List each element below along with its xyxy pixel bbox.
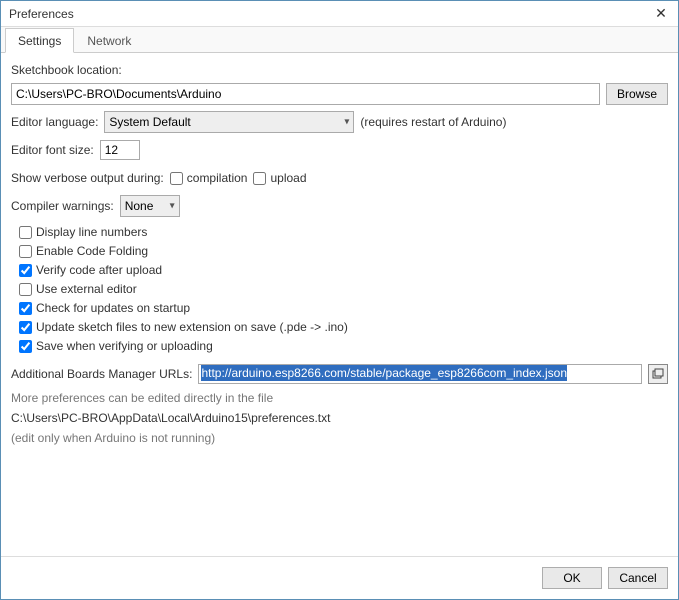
tab-network[interactable]: Network	[74, 28, 144, 53]
window-title: Preferences	[9, 7, 74, 21]
ok-button[interactable]: OK	[542, 567, 602, 589]
window-icon	[652, 368, 664, 380]
verbose-upload-checkbox[interactable]	[253, 172, 266, 185]
footer: OK Cancel	[1, 556, 678, 599]
prefs-file-path: C:\Users\PC-BRO\AppData\Local\Arduino15\…	[11, 411, 668, 425]
titlebar: Preferences ✕	[1, 1, 678, 27]
boards-url-value: http://arduino.esp8266.com/stable/packag…	[201, 365, 567, 381]
verify-after-upload-check[interactable]: Verify code after upload	[19, 263, 668, 277]
expand-urls-button[interactable]	[648, 364, 668, 384]
verbose-compilation-label: compilation	[187, 171, 248, 185]
check-updates-check[interactable]: Check for updates on startup	[19, 301, 668, 315]
update-sketch-ext-check[interactable]: Update sketch files to new extension on …	[19, 320, 668, 334]
warnings-select-wrap: None	[120, 195, 180, 217]
prefs-file-hint1: More preferences can be edited directly …	[11, 391, 668, 405]
preferences-window: Preferences ✕ Settings Network Sketchboo…	[0, 0, 679, 600]
boards-url-label: Additional Boards Manager URLs:	[11, 367, 192, 381]
use-external-editor-checkbox[interactable]	[19, 283, 32, 296]
verbose-compilation-checkbox[interactable]	[170, 172, 183, 185]
browse-button[interactable]: Browse	[606, 83, 668, 105]
display-line-numbers-checkbox[interactable]	[19, 226, 32, 239]
verbose-upload-check[interactable]: upload	[253, 171, 306, 185]
check-updates-checkbox[interactable]	[19, 302, 32, 315]
save-when-verify-check[interactable]: Save when verifying or uploading	[19, 339, 668, 353]
save-when-verify-checkbox[interactable]	[19, 340, 32, 353]
font-size-input[interactable]	[100, 140, 140, 160]
enable-code-folding-checkbox[interactable]	[19, 245, 32, 258]
enable-code-folding-check[interactable]: Enable Code Folding	[19, 244, 668, 258]
warnings-select[interactable]: None	[120, 195, 180, 217]
verbose-label: Show verbose output during:	[11, 171, 164, 185]
tab-bar: Settings Network	[1, 27, 678, 53]
warnings-label: Compiler warnings:	[11, 199, 114, 213]
update-sketch-ext-checkbox[interactable]	[19, 321, 32, 334]
options-list: Display line numbers Enable Code Folding…	[11, 223, 668, 353]
use-external-editor-check[interactable]: Use external editor	[19, 282, 668, 296]
language-select[interactable]: System Default	[104, 111, 354, 133]
cancel-button[interactable]: Cancel	[608, 567, 668, 589]
verify-after-upload-checkbox[interactable]	[19, 264, 32, 277]
tab-settings[interactable]: Settings	[5, 28, 74, 53]
sketchbook-path-input[interactable]	[11, 83, 600, 105]
content-area: Sketchbook location: Browse Editor langu…	[1, 53, 678, 556]
verbose-upload-label: upload	[270, 171, 306, 185]
font-size-label: Editor font size:	[11, 143, 94, 157]
close-icon[interactable]: ✕	[652, 5, 670, 23]
verbose-compilation-check[interactable]: compilation	[170, 171, 248, 185]
language-select-wrap: System Default	[104, 111, 354, 133]
language-hint: (requires restart of Arduino)	[360, 115, 506, 129]
boards-url-input[interactable]: http://arduino.esp8266.com/stable/packag…	[198, 364, 642, 384]
prefs-file-hint2: (edit only when Arduino is not running)	[11, 431, 668, 445]
language-label: Editor language:	[11, 115, 98, 129]
sketchbook-label: Sketchbook location:	[11, 63, 668, 77]
display-line-numbers-check[interactable]: Display line numbers	[19, 225, 668, 239]
